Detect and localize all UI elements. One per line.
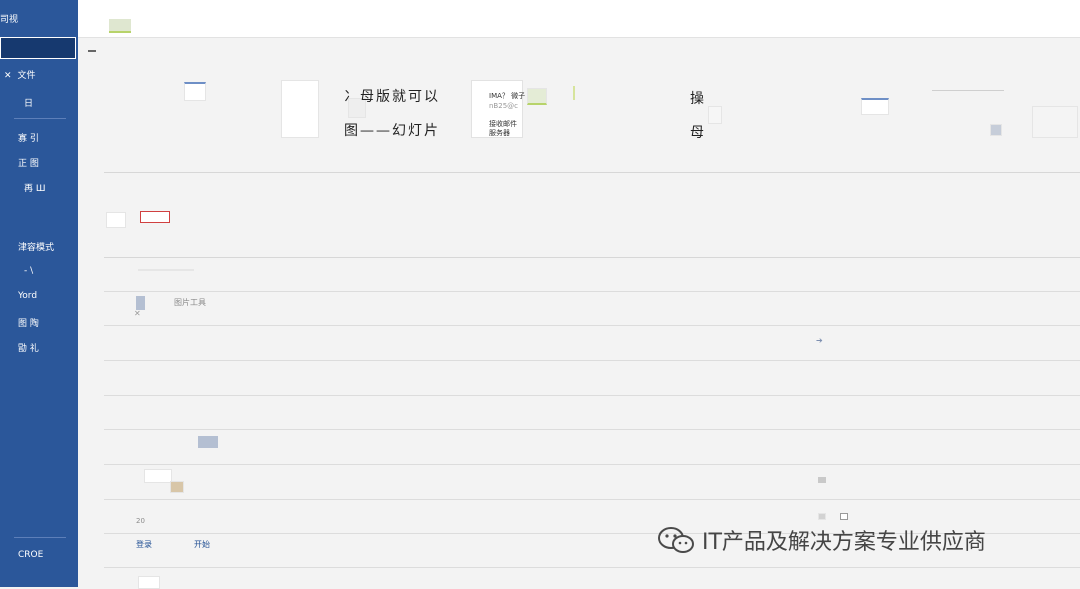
wechat-icon — [658, 527, 694, 553]
sidebar-item-compat-mode[interactable]: 津容模式 — [18, 240, 54, 253]
preview-thumb-2[interactable] — [281, 80, 319, 138]
table-row: ➔ — [104, 326, 1080, 361]
preview-op-char2: 母 — [690, 125, 706, 141]
close-icon: ✕ — [4, 71, 12, 81]
sidebar-selected-item[interactable] — [0, 37, 76, 59]
table-row — [104, 361, 1080, 396]
ribbon-thumbnail[interactable] — [109, 19, 131, 33]
mid-band — [104, 172, 1080, 258]
preview-card-line4: 服务器 — [489, 129, 510, 137]
checkbox-icon[interactable] — [840, 513, 848, 520]
arrow-icon[interactable]: ➔ — [816, 336, 823, 345]
start-link[interactable]: 开始 — [194, 539, 210, 550]
table-row — [104, 465, 1080, 500]
preview-thumb-7[interactable] — [990, 124, 1002, 136]
table-row — [104, 568, 1080, 589]
image-icon — [136, 296, 145, 310]
mid-thumb-2[interactable] — [140, 211, 170, 223]
preview-text-line1: 冫母版就可以 — [344, 89, 440, 105]
mid-thumb-1[interactable] — [106, 212, 126, 228]
sidebar-item-6[interactable]: - \ — [24, 266, 33, 276]
watermark-text: IT产品及解决方案专业供应商 — [702, 530, 986, 555]
sidebar-item-8[interactable]: 图 陶 — [18, 316, 39, 329]
close-icon[interactable]: ✕ — [134, 309, 141, 318]
preview-card[interactable]: IMA？ 微子 nB25@c 接收邮件 服务器 — [471, 80, 526, 138]
sidebar-item-9[interactable]: 勖 礼 — [18, 341, 39, 354]
preview-card-line1: IMA？ 微子 — [489, 92, 526, 100]
table-row — [104, 430, 1080, 465]
login-link[interactable]: 登录 — [136, 539, 152, 550]
sidebar-item-3[interactable]: 正 图 — [18, 156, 39, 169]
sidebar-item-word[interactable]: Yord — [18, 291, 37, 301]
sidebar-item-file-label: 文件 — [17, 71, 36, 81]
preview-thumb-1[interactable] — [184, 82, 206, 101]
image-tool-label: 图片工具 — [174, 298, 206, 307]
preview-thumb-4[interactable] — [527, 88, 547, 105]
table-row: 图片工具 ✕ — [104, 291, 1080, 326]
sidebar-separator — [14, 118, 66, 119]
ribbon-bar — [78, 0, 1080, 38]
row-thumb-1[interactable] — [144, 469, 172, 483]
sidebar-item-4[interactable]: 再 Ш — [24, 181, 46, 194]
sidebar-item-1[interactable]: 日 — [24, 96, 33, 109]
preview-thumb-6[interactable] — [861, 98, 889, 115]
row-thumb-2[interactable] — [170, 481, 184, 493]
number-label: 20 — [136, 517, 145, 525]
preview-thumb-8[interactable] — [1032, 106, 1078, 138]
watermark: IT产品及解决方案专业供应商 — [656, 523, 986, 557]
checkbox-icon[interactable] — [818, 513, 826, 520]
sidebar-item-bottom[interactable]: CROE — [18, 550, 43, 560]
backstage-sidebar: 司视 ✕ 文件 日 寡 引 正 图 再 Ш 津容模式 - \ Yord 图 陶 勖… — [0, 0, 78, 587]
preview-mark — [573, 86, 575, 100]
preview-band: 冫母版就可以 图——幻灯片 IMA？ 微子 nB25@c 接收邮件 服务器 操 … — [104, 70, 1080, 173]
row-line — [138, 269, 194, 271]
preview-line — [932, 90, 1004, 91]
sidebar-item-2[interactable]: 寡 引 — [18, 131, 39, 144]
table-row — [104, 257, 1080, 292]
sidebar-item-file[interactable]: ✕ 文件 — [4, 68, 36, 81]
image-thumb[interactable] — [198, 436, 218, 448]
preview-op-char1: 操 — [690, 91, 706, 107]
collapse-mark-icon[interactable] — [88, 50, 96, 52]
table-row — [104, 395, 1080, 430]
row-mark — [818, 477, 826, 483]
app-title: 司视 — [0, 15, 19, 25]
row-thumb-bottom[interactable] — [138, 576, 160, 589]
preview-card-line2: nB25@c — [489, 102, 518, 110]
preview-thumb-5[interactable] — [708, 106, 722, 124]
sidebar-separator-bottom — [14, 537, 66, 538]
preview-text-line2: 图——幻灯片 — [344, 123, 440, 139]
